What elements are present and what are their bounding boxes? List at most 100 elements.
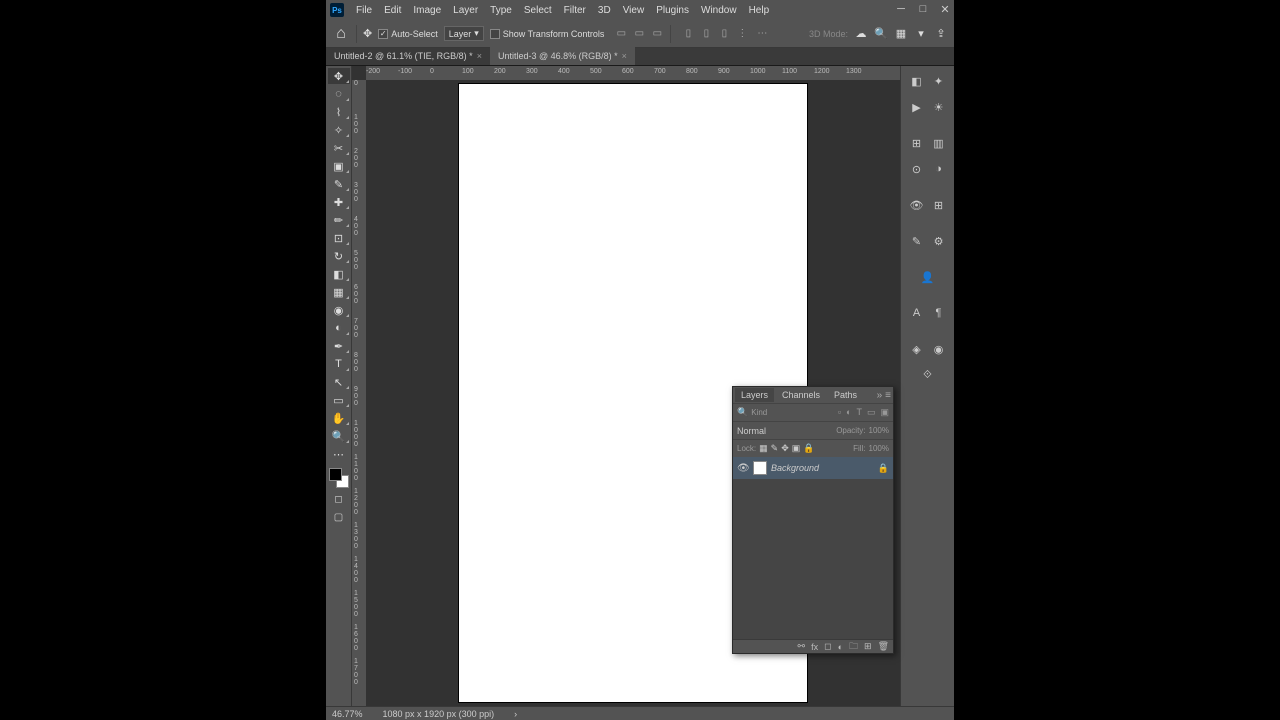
- lock-position-icon[interactable]: ✥: [781, 443, 789, 454]
- menu-filter[interactable]: Filter: [558, 3, 592, 18]
- layer-name[interactable]: Background: [771, 463, 874, 473]
- menu-help[interactable]: Help: [743, 3, 776, 18]
- menu-layer[interactable]: Layer: [447, 3, 484, 18]
- type-tool[interactable]: T: [328, 356, 350, 372]
- quick-mask-icon[interactable]: ◻: [332, 492, 346, 506]
- menu-type[interactable]: Type: [484, 3, 518, 18]
- workspace-dropdown-icon[interactable]: ▾: [914, 27, 928, 41]
- show-transform-checkbox[interactable]: Show Transform Controls: [490, 29, 605, 39]
- maximize-button[interactable]: □: [916, 2, 930, 16]
- adjustments-panel-icon[interactable]: ☀: [930, 98, 948, 116]
- document-tab[interactable]: Untitled-3 @ 46.8% (RGB/8) *×: [490, 47, 635, 65]
- panel-tab-paths[interactable]: Paths: [828, 388, 863, 402]
- align-right-icon[interactable]: ▭: [650, 27, 664, 41]
- hand-tool[interactable]: ✋: [328, 410, 350, 426]
- frame-tool[interactable]: ▣: [328, 158, 350, 174]
- actions-panel-icon[interactable]: ▶: [908, 98, 926, 116]
- menu-window[interactable]: Window: [695, 3, 743, 18]
- delete-layer-icon[interactable]: 🗑: [878, 641, 889, 652]
- cloud-icon[interactable]: ☁: [854, 27, 868, 41]
- filter-smart-icon[interactable]: ▣: [880, 407, 889, 418]
- menu-view[interactable]: View: [617, 3, 651, 18]
- crop-tool[interactable]: ✂: [328, 140, 350, 156]
- gradient-tool[interactable]: ▦: [328, 284, 350, 300]
- eraser-tool[interactable]: ◧: [328, 266, 350, 282]
- filter-shape-icon[interactable]: ▭: [867, 407, 876, 418]
- marquee-tool[interactable]: ◌: [328, 86, 350, 102]
- foreground-color[interactable]: [329, 468, 342, 481]
- minimize-button[interactable]: ─: [894, 2, 908, 16]
- layers-panel-icon[interactable]: ◈: [908, 340, 926, 358]
- align-center-h-icon[interactable]: ▭: [632, 27, 646, 41]
- zoom-tool[interactable]: 🔍: [328, 428, 350, 444]
- auto-select-target[interactable]: Layer▾: [444, 26, 484, 41]
- color-swatches[interactable]: [329, 468, 349, 488]
- distribute-icon[interactable]: ⋮: [735, 27, 749, 41]
- filter-type-icon[interactable]: T: [856, 407, 862, 418]
- layer-row[interactable]: 👁 Background 🔒: [733, 457, 893, 479]
- filter-pixel-icon[interactable]: ▫: [838, 407, 841, 418]
- new-layer-icon[interactable]: ⊞: [864, 641, 872, 652]
- close-button[interactable]: ✕: [938, 2, 952, 16]
- pen-tool[interactable]: ✒: [328, 338, 350, 354]
- menu-edit[interactable]: Edit: [378, 3, 407, 18]
- lock-artboard-icon[interactable]: ▣: [792, 443, 801, 454]
- navigator-icon[interactable]: 👤: [919, 268, 937, 286]
- align-middle-icon[interactable]: ▯: [699, 27, 713, 41]
- document-info[interactable]: 1080 px x 1920 px (300 ppi): [383, 709, 495, 719]
- align-bottom-icon[interactable]: ▯: [717, 27, 731, 41]
- close-tab-icon[interactable]: ×: [477, 51, 482, 61]
- dodge-tool[interactable]: ◐: [328, 320, 350, 336]
- info-panel-icon[interactable]: ◑: [930, 160, 948, 178]
- new-group-icon[interactable]: 🗀: [849, 639, 858, 655]
- screen-mode-icon[interactable]: ▢: [332, 510, 346, 524]
- lock-image-icon[interactable]: ✎: [771, 443, 779, 454]
- lasso-tool[interactable]: ⌇: [328, 104, 350, 120]
- zoom-level[interactable]: 46.77%: [332, 709, 363, 719]
- collapse-panel-icon[interactable]: »: [877, 390, 883, 401]
- link-layers-icon[interactable]: ⚯: [798, 641, 806, 652]
- brush-settings-icon[interactable]: ⊞: [930, 196, 948, 214]
- edit-toolbar[interactable]: ⋯: [328, 446, 350, 462]
- menu-plugins[interactable]: Plugins: [650, 3, 695, 18]
- more-options-icon[interactable]: ⋯: [755, 27, 769, 41]
- clone-stamp-tool[interactable]: ⊡: [328, 230, 350, 246]
- auto-select-checkbox[interactable]: Auto-Select: [378, 29, 438, 39]
- paths-panel-icon[interactable]: ⟐: [919, 366, 937, 384]
- panel-tab-layers[interactable]: Layers: [735, 388, 774, 402]
- layer-visibility-icon[interactable]: 👁: [737, 463, 749, 474]
- menu-file[interactable]: File: [350, 3, 378, 18]
- layer-thumbnail[interactable]: [753, 461, 767, 475]
- magic-wand-tool[interactable]: ✧: [328, 122, 350, 138]
- close-tab-icon[interactable]: ×: [622, 51, 627, 61]
- clone-source-icon[interactable]: ✎: [908, 232, 926, 250]
- libraries-panel-icon[interactable]: ▥: [930, 134, 948, 152]
- brushes-panel-icon[interactable]: 👁: [908, 196, 926, 214]
- blend-mode-select[interactable]: Normal: [737, 426, 766, 436]
- home-icon[interactable]: ⌂: [332, 26, 350, 42]
- align-top-icon[interactable]: ▯: [681, 27, 695, 41]
- filter-adjust-icon[interactable]: ◐: [846, 407, 851, 418]
- workspace-icon[interactable]: ▦: [894, 27, 908, 41]
- rectangle-tool[interactable]: ▭: [328, 392, 350, 408]
- panel-tab-channels[interactable]: Channels: [776, 388, 826, 402]
- document-tab[interactable]: Untitled-2 @ 61.1% (TIE, RGB/8) *×: [326, 47, 490, 65]
- lock-icon[interactable]: 🔒: [878, 463, 889, 474]
- eyedropper-tool[interactable]: ✎: [328, 176, 350, 192]
- paragraph-panel-icon[interactable]: ¶: [930, 304, 948, 322]
- share-icon[interactable]: ⇪: [934, 27, 948, 41]
- properties-panel-icon[interactable]: ⊙: [908, 160, 926, 178]
- menu-3d[interactable]: 3D: [592, 3, 617, 18]
- history-panel-icon[interactable]: ⊞: [908, 134, 926, 152]
- layer-filter-kind[interactable]: Kind: [751, 408, 767, 417]
- swatches-panel-icon[interactable]: ✦: [930, 72, 948, 90]
- adjustment-layer-icon[interactable]: ◐: [838, 642, 843, 652]
- add-mask-icon[interactable]: ◻: [824, 641, 831, 652]
- color-panel-icon[interactable]: ◧: [908, 72, 926, 90]
- panel-menu-icon[interactable]: ≡: [885, 390, 891, 401]
- path-selection-tool[interactable]: ↖: [328, 374, 350, 390]
- healing-tool[interactable]: ✚: [328, 194, 350, 210]
- opacity-value[interactable]: 100%: [869, 426, 889, 435]
- history-brush-tool[interactable]: ↻: [328, 248, 350, 264]
- channels-panel-icon[interactable]: ◉: [930, 340, 948, 358]
